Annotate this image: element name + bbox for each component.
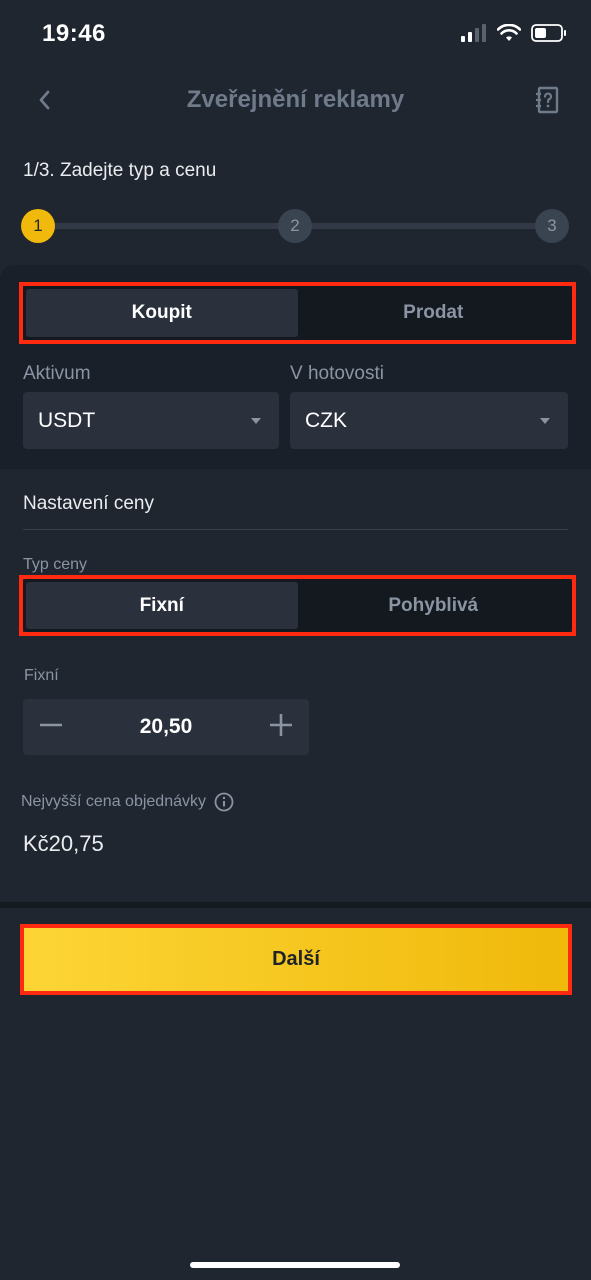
document-question-icon — [536, 86, 559, 114]
max-price-row: Nejvyšší cena objednávky — [21, 792, 234, 812]
status-time: 19:46 — [42, 20, 106, 47]
asset-value: USDT — [38, 408, 96, 432]
increment-button[interactable] — [269, 713, 293, 742]
info-icon[interactable] — [214, 792, 234, 812]
fixed-price-value[interactable]: 20,50 — [140, 715, 193, 739]
asset-label: Aktivum — [23, 363, 91, 384]
plus-icon — [270, 713, 292, 736]
minus-icon — [40, 723, 62, 726]
caret-down-icon — [251, 417, 261, 424]
caret-down-icon — [540, 417, 550, 424]
next-button[interactable]: Další — [24, 928, 568, 991]
signal-icon — [461, 24, 486, 42]
fiat-label: V hotovosti — [290, 363, 384, 384]
fiat-select[interactable]: CZK — [290, 392, 568, 449]
floating-tab[interactable]: Pohyblivá — [298, 582, 570, 629]
next-button-highlight: Další — [20, 924, 572, 995]
price-settings-title: Nastavení ceny — [23, 493, 154, 514]
trade-type-toggle: Koupit Prodat — [23, 286, 572, 340]
fixed-price-label: Fixní — [24, 667, 59, 684]
asset-select[interactable]: USDT — [23, 392, 279, 449]
page-title: Zveřejnění reklamy — [186, 86, 405, 113]
buy-tab[interactable]: Koupit — [26, 289, 298, 337]
wifi-icon — [497, 24, 521, 41]
max-price-label: Nejvyšší cena objednávky — [21, 793, 206, 810]
decrement-button[interactable] — [39, 713, 63, 742]
fixed-tab[interactable]: Fixní — [26, 582, 298, 629]
section-separator — [0, 902, 591, 908]
step-1: 1 — [21, 209, 55, 243]
fiat-value: CZK — [305, 408, 347, 432]
step-title: 1/3. Zadejte typ a cenu — [23, 160, 217, 181]
price-type-highlight: Fixní Pohyblivá — [19, 575, 576, 636]
step-3: 3 — [535, 209, 569, 243]
home-indicator[interactable] — [190, 1262, 400, 1268]
fixed-price-stepper: 20,50 — [23, 699, 309, 755]
price-type-toggle: Fixní Pohyblivá — [23, 579, 572, 632]
battery-icon — [531, 24, 566, 42]
trade-type-highlight: Koupit Prodat — [19, 282, 576, 344]
status-icons — [461, 24, 567, 42]
price-type-label: Typ ceny — [23, 556, 88, 573]
step-2: 2 — [278, 209, 312, 243]
max-price-value: Kč20,75 — [23, 831, 104, 856]
sell-tab[interactable]: Prodat — [298, 289, 570, 337]
help-document-button[interactable] — [535, 86, 561, 114]
divider — [23, 529, 568, 530]
